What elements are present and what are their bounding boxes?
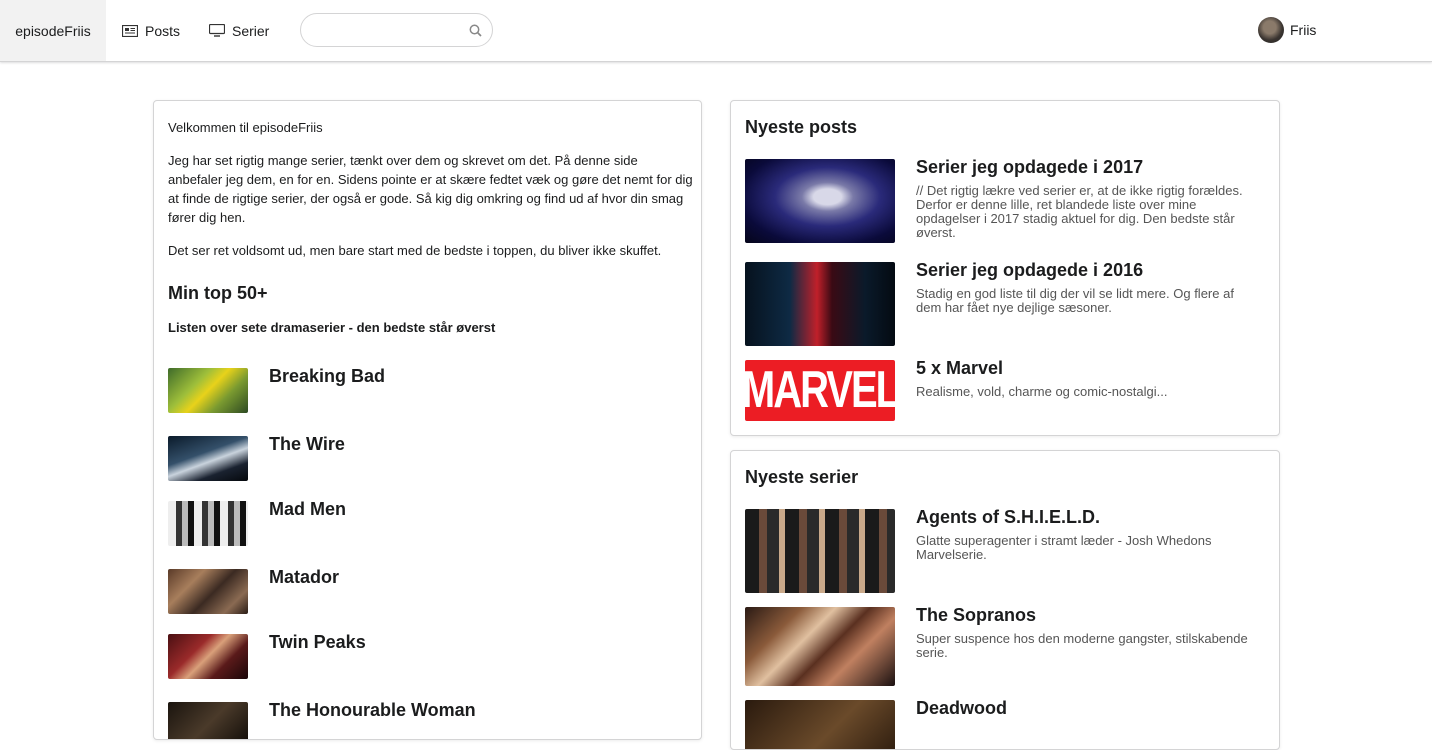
list-item[interactable]: The Honourable Woman [168,700,688,739]
series-image [745,509,895,593]
post-title[interactable]: Serier jeg opdagede i 2017 [916,157,1143,178]
post-description: // Det rigtig lækre ved serier er, at de… [916,183,1243,240]
nav-serier-label: Serier [232,22,270,39]
search-box [300,13,493,47]
list-item[interactable]: Mad Men [168,499,688,547]
nav-posts-label: Posts [145,22,181,39]
post-description: Stadig en god liste til dig der vil se l… [916,286,1234,315]
brand-link[interactable]: episodeFriis [0,0,106,61]
series-name[interactable]: Breaking Bad [269,366,385,387]
intro-text: Velkommen til episodeFriis Jeg har set r… [168,118,693,260]
series-name[interactable]: The Wire [269,434,345,455]
welcome-text: Velkommen til episodeFriis [168,120,323,135]
series-description: Glatte superagenter i stramt læder - Jos… [916,533,1212,562]
top-menu: episodeFriis Posts Serier Friis [0,0,1432,62]
top-list-subtitle: Listen over sete dramaserier - den bedst… [168,320,496,335]
series-thumbnail [168,368,248,413]
series-thumbnail [168,569,248,614]
nav-serier[interactable]: Serier [209,0,269,61]
series-title[interactable]: Deadwood [916,698,1007,719]
latest-posts-title: Nyeste posts [745,117,858,137]
user-name: Friis [1290,22,1317,38]
post-title[interactable]: 5 x Marvel [916,358,1003,379]
series-thumbnail [168,501,248,546]
list-item[interactable]: The Wire [168,434,688,482]
post-image [745,262,895,346]
user-menu[interactable]: Friis [1258,17,1316,43]
series-thumbnail [168,702,248,739]
series-image [745,700,895,749]
search-input[interactable] [315,22,469,40]
latest-series-card: Nyeste serier Agents of S.H.I.E.L.D. Gla… [730,450,1280,750]
series-thumbnail [168,436,248,481]
search-icon[interactable] [469,24,482,42]
post-title[interactable]: Serier jeg opdagede i 2016 [916,260,1143,281]
series-name[interactable]: Twin Peaks [269,632,366,653]
series-name[interactable]: Matador [269,567,339,588]
series-thumbnail [168,634,248,679]
post-description: Realisme, vold, charme og comic-nostalgi… [916,384,1168,399]
tv-icon [209,24,225,37]
list-item[interactable]: Matador [168,567,688,615]
series-image [745,607,895,686]
series-description: Super suspence hos den moderne gangster,… [916,631,1248,660]
nav-posts[interactable]: Posts [122,0,180,61]
list-item[interactable]: Breaking Bad [168,366,688,414]
latest-series-title: Nyeste serier [745,467,859,487]
top-list-title: Min top 50+ [168,283,268,303]
series-title[interactable]: Agents of S.H.I.E.L.D. [916,507,1100,528]
list-item[interactable]: Twin Peaks [168,632,688,680]
intro-card: Velkommen til episodeFriis Jeg har set r… [153,100,702,740]
post-image [745,159,895,243]
series-name[interactable]: Mad Men [269,499,346,520]
series-title[interactable]: The Sopranos [916,605,1036,626]
newspaper-icon [122,24,138,37]
marvel-logo: MARVEL [745,360,895,421]
intro-paragraph-1: Jeg har set rigtig mange serier, tænkt o… [168,153,693,225]
latest-posts-card: Nyeste posts Serier jeg opdagede i 2017 … [730,100,1280,436]
intro-paragraph-2: Det ser ret voldsomt ud, men bare start … [168,243,662,258]
avatar [1258,17,1284,43]
series-name[interactable]: The Honourable Woman [269,700,476,721]
